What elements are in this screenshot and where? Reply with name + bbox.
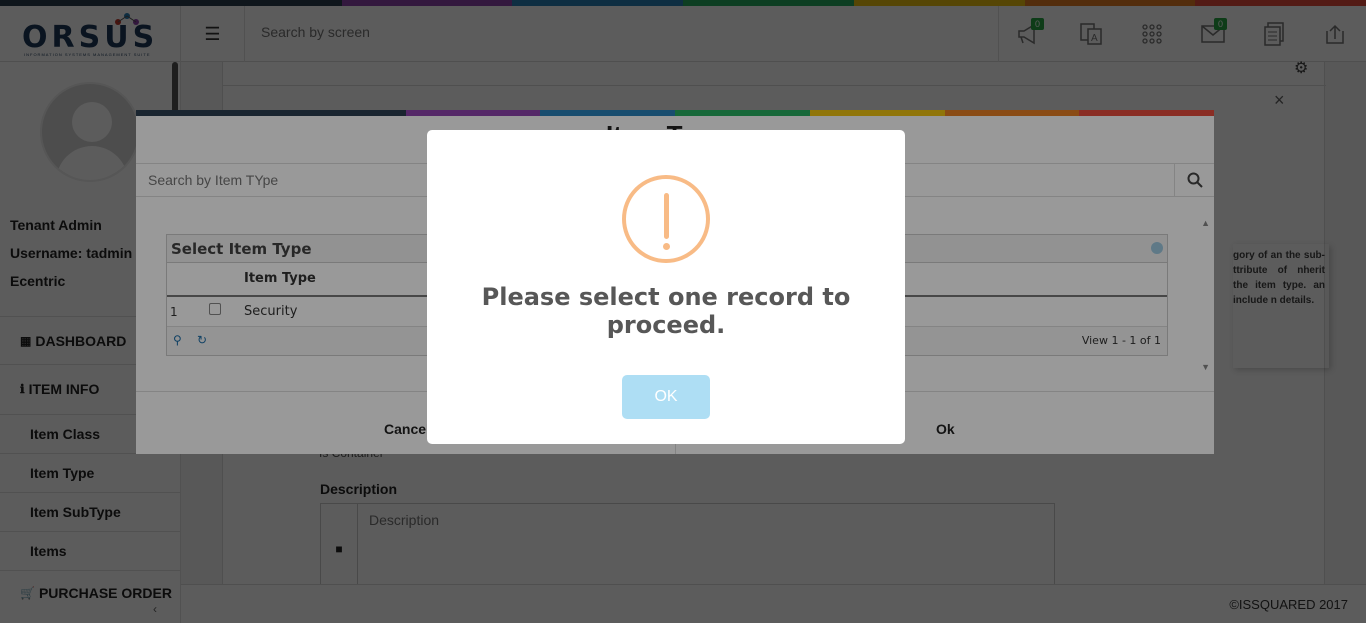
alert-message: Please select one record to proceed. xyxy=(481,283,851,339)
warning-icon-bar xyxy=(664,193,669,239)
warning-icon xyxy=(622,175,710,263)
alert-ok-button[interactable]: OK xyxy=(622,375,710,419)
warning-alert-dialog: Please select one record to proceed. OK xyxy=(427,130,905,444)
warning-icon-dot xyxy=(663,243,670,250)
